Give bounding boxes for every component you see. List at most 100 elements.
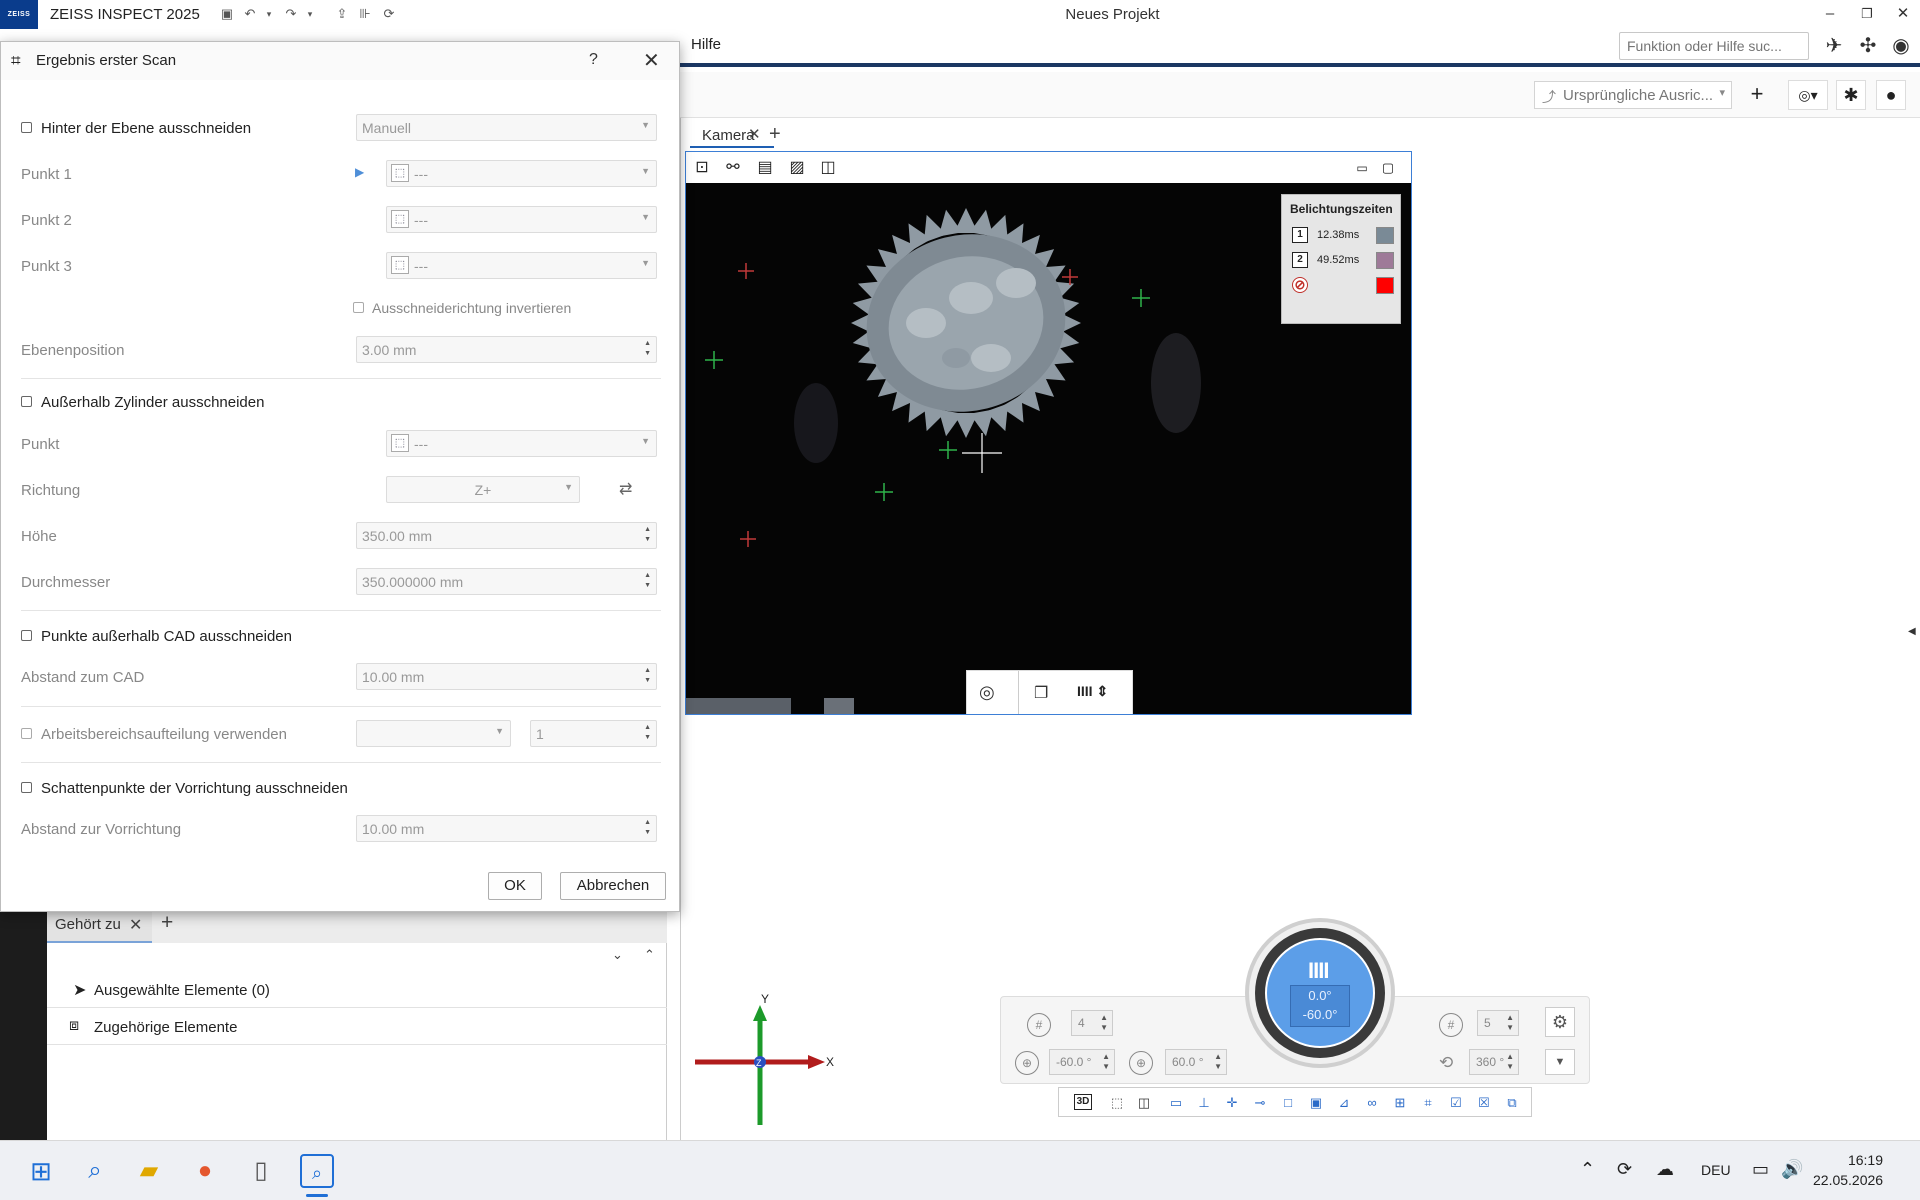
camera-2-icon[interactable]: ❐	[1034, 683, 1048, 703]
diameter-input[interactable]: 350.000000 mm ▲ ▼	[356, 568, 657, 595]
checkbox-box[interactable]	[353, 302, 364, 313]
undo-icon[interactable]: ↶	[241, 5, 259, 23]
close-icon[interactable]: ✕	[129, 915, 142, 935]
expand-all-icon[interactable]: ⌃	[644, 947, 655, 963]
turns-input[interactable]: 5 ▲ ▼	[1477, 1010, 1519, 1036]
add-tab-icon[interactable]: +	[161, 911, 173, 935]
end-angle-input[interactable]: 60.0 ° ▲ ▼	[1165, 1049, 1227, 1075]
check-icon[interactable]: ☑	[1447, 1094, 1465, 1112]
cad-distance-input[interactable]: 10.00 mm ▲ ▼	[356, 663, 657, 690]
split-view-icon[interactable]: ◫	[1135, 1094, 1153, 1112]
cloud-offline-icon[interactable]: ☁	[1656, 1159, 1674, 1180]
inspect-icon[interactable]: ⟳	[380, 5, 398, 23]
square-icon[interactable]: □	[1279, 1094, 1297, 1112]
user-icon[interactable]: ◉	[1888, 33, 1914, 59]
redo-icon[interactable]: ↷	[282, 5, 300, 23]
spinner-icon[interactable]: ▲ ▼	[644, 525, 651, 545]
redo-dropdown-icon[interactable]: ▾	[304, 5, 316, 23]
monitor-icon[interactable]: ▤	[754, 158, 776, 178]
spinner-icon[interactable]: ▲ ▼	[644, 666, 651, 686]
link-icon[interactable]: ∞	[1363, 1094, 1381, 1112]
ok-button[interactable]: OK	[488, 872, 542, 900]
clock-date[interactable]: 22.05.2026	[1813, 1172, 1883, 1188]
frame-icon[interactable]: ▣	[1307, 1094, 1325, 1112]
checkbox-box[interactable]	[21, 782, 32, 793]
fixture-distance-input[interactable]: 10.00 mm ▲ ▼	[356, 815, 657, 842]
exposure-color-swatch[interactable]	[1376, 277, 1394, 294]
close-window-button[interactable]: ✕	[1888, 3, 1918, 25]
display-icon[interactable]: ▭	[1752, 1159, 1769, 1180]
target-icon[interactable]: ◎	[979, 682, 995, 703]
volume-icon[interactable]: 🔊	[1781, 1159, 1803, 1180]
light-button[interactable]: ●	[1876, 80, 1906, 110]
display-mode-button[interactable]: ◎▾	[1788, 80, 1828, 110]
chevron-up-icon[interactable]: ⌃	[1580, 1159, 1595, 1180]
document-icon[interactable]: ▯	[244, 1154, 278, 1188]
start-angle-input[interactable]: -60.0 ° ▲ ▼	[1049, 1049, 1115, 1075]
alignment-select[interactable]: ⤴ Ursprüngliche Ausric... ▾	[1534, 81, 1732, 109]
sparkle-button[interactable]: ✱	[1836, 80, 1866, 110]
more-dropdown-icon[interactable]: ▼	[1545, 1049, 1575, 1075]
fit-icon[interactable]: ⌗	[1419, 1094, 1437, 1112]
cancel-button[interactable]: Abbrechen	[560, 872, 666, 900]
exposure-color-swatch[interactable]	[1376, 227, 1394, 244]
tab-camera[interactable]: Kamera	[690, 122, 774, 148]
plane-mode-select[interactable]: Manuell ▼	[356, 114, 657, 141]
minimize-button[interactable]: –	[1815, 3, 1845, 25]
save-icon[interactable]: ▣	[218, 5, 236, 23]
search-input[interactable]	[1619, 32, 1809, 60]
settings-icon[interactable]: ⚙	[1545, 1007, 1575, 1037]
play-icon[interactable]: ▶	[355, 165, 364, 179]
3d-icon[interactable]: 3D	[1074, 1094, 1092, 1110]
compare-icon[interactable]: ◫	[817, 158, 839, 178]
list-item[interactable]: ➤ Ausgewählte Elemente (0)	[47, 972, 667, 1008]
exposure-color-swatch[interactable]	[1376, 252, 1394, 269]
spinner-icon[interactable]: ▲ ▼	[644, 818, 651, 838]
search-icon[interactable]: ⌕	[78, 1154, 112, 1188]
rocket-icon[interactable]: ✈	[1821, 33, 1847, 59]
add-tab-icon[interactable]: +	[769, 123, 781, 146]
close-icon[interactable]: ✕	[748, 125, 761, 143]
grid-icon[interactable]: ⊞	[1391, 1094, 1409, 1112]
swap-direction-icon[interactable]: ⇄	[619, 479, 632, 499]
measure-icon[interactable]: ⊿	[1335, 1094, 1353, 1112]
windows-start-icon[interactable]: ⊞	[24, 1154, 58, 1188]
snapshot-icon[interactable]: ⊡	[691, 158, 713, 178]
select-box-icon[interactable]: ⬚	[1108, 1094, 1126, 1112]
workspace-select[interactable]: ▼	[356, 720, 511, 747]
point3-select[interactable]: ⬚ --- ▼	[386, 252, 657, 279]
point2-select[interactable]: ⬚ --- ▼	[386, 206, 657, 233]
fit-view-icon[interactable]: ▭	[1351, 158, 1373, 178]
direction-select[interactable]: Z+ ▼	[386, 476, 580, 503]
rotation-range-input[interactable]: 360 ° ▲ ▼	[1469, 1049, 1519, 1075]
list-item[interactable]: ⧈ Zugehörige Elemente	[47, 1009, 667, 1045]
clock-time[interactable]: 16:19	[1823, 1152, 1883, 1168]
zeiss-inspect-taskbar-icon[interactable]: ⌕	[300, 1154, 334, 1188]
plane-icon[interactable]: ▭	[1167, 1094, 1185, 1112]
cylinder-point-select[interactable]: ⬚ --- ▼	[386, 430, 657, 457]
restore-button[interactable]: ❐	[1852, 3, 1882, 25]
fringe-pattern-select[interactable]: IIII ⇕	[1077, 683, 1108, 700]
collapse-panel-icon[interactable]: ◀	[1908, 626, 1916, 637]
menu-help[interactable]: Hilfe	[691, 36, 721, 53]
help-button[interactable]: ?	[589, 51, 598, 69]
slider-icon[interactable]: ⊸	[1251, 1094, 1269, 1112]
firefox-icon[interactable]: ●	[188, 1154, 222, 1188]
checkbox-box[interactable]	[21, 396, 32, 407]
language-indicator[interactable]: DEU	[1701, 1162, 1731, 1178]
export-icon[interactable]: ⇪	[333, 5, 351, 23]
plane-position-input[interactable]: 3.00 mm ▲ ▼	[356, 336, 657, 363]
cross-box-icon[interactable]: ☒	[1475, 1094, 1493, 1112]
camera-image[interactable]: Belichtungszeiten 1 12.38ms 2 49.52ms ⊘ …	[686, 183, 1411, 714]
point1-select[interactable]: ⬚ --- ▼	[386, 160, 657, 187]
statistics-icon[interactable]: ⊪	[356, 5, 374, 23]
steps-input[interactable]: 4 ▲ ▼	[1071, 1010, 1113, 1036]
spinner-icon[interactable]: ▲ ▼	[644, 339, 651, 359]
workspace-count-input[interactable]: 1 ▲ ▼	[530, 720, 657, 747]
align-bottom-icon[interactable]: ⊥	[1195, 1094, 1213, 1112]
spinner-icon[interactable]: ▲ ▼	[644, 723, 651, 743]
file-explorer-icon[interactable]: ▰	[132, 1154, 166, 1188]
checkbox-box[interactable]	[21, 728, 32, 739]
sync-icon[interactable]: ⟳	[1617, 1159, 1632, 1180]
cross-icon[interactable]: ✛	[1223, 1094, 1241, 1112]
